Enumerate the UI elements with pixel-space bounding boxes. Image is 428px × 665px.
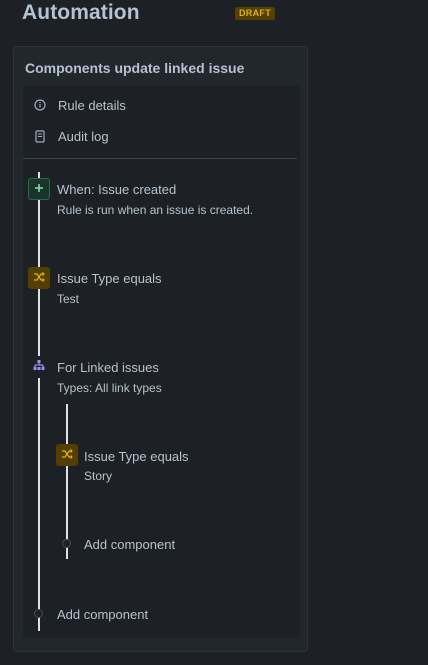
nested-add-component-button[interactable]: Add component xyxy=(84,537,175,552)
trigger-subtitle: Rule is run when an issue is created. xyxy=(57,203,254,217)
add-component-button[interactable]: Add component xyxy=(57,607,148,622)
condition-subtitle: Test xyxy=(57,292,80,306)
rule-details-link[interactable]: Rule details xyxy=(33,95,126,115)
nested-condition-subtitle: Story xyxy=(84,469,113,483)
nested-condition-title[interactable]: Issue Type equals xyxy=(84,449,189,464)
info-icon xyxy=(33,98,47,112)
condition-node-icon[interactable] xyxy=(28,267,50,289)
draft-badge: DRAFT xyxy=(235,7,275,20)
menu-divider xyxy=(23,158,297,159)
trigger-title[interactable]: When: Issue created xyxy=(57,182,176,197)
branch-icon xyxy=(33,358,45,376)
branch-node-icon[interactable] xyxy=(28,356,50,378)
add-component-dot[interactable] xyxy=(34,609,43,618)
trigger-node-icon[interactable] xyxy=(28,178,50,200)
branch-title[interactable]: For Linked issues xyxy=(57,360,159,375)
rule-panel: Components update linked issue Rule deta… xyxy=(13,46,308,652)
condition-title[interactable]: Issue Type equals xyxy=(57,271,162,286)
main-flow-line xyxy=(38,172,40,631)
add-component-dot[interactable] xyxy=(62,539,71,548)
audit-log-label: Audit log xyxy=(58,128,109,144)
branch-flow-line xyxy=(66,404,68,559)
shuffle-icon xyxy=(33,269,45,287)
branch-subtitle: Types: All link types xyxy=(57,381,162,395)
document-icon xyxy=(33,129,47,143)
rule-title: Components update linked issue xyxy=(25,60,245,76)
audit-log-link[interactable]: Audit log xyxy=(33,126,109,146)
rule-details-label: Rule details xyxy=(58,97,126,113)
nested-condition-node-icon[interactable] xyxy=(56,444,78,466)
page-title: Automation xyxy=(22,1,140,24)
shuffle-icon xyxy=(61,446,73,464)
plus-icon xyxy=(34,180,44,198)
rule-content: Rule details Audit log When: Issue creat… xyxy=(23,86,300,638)
